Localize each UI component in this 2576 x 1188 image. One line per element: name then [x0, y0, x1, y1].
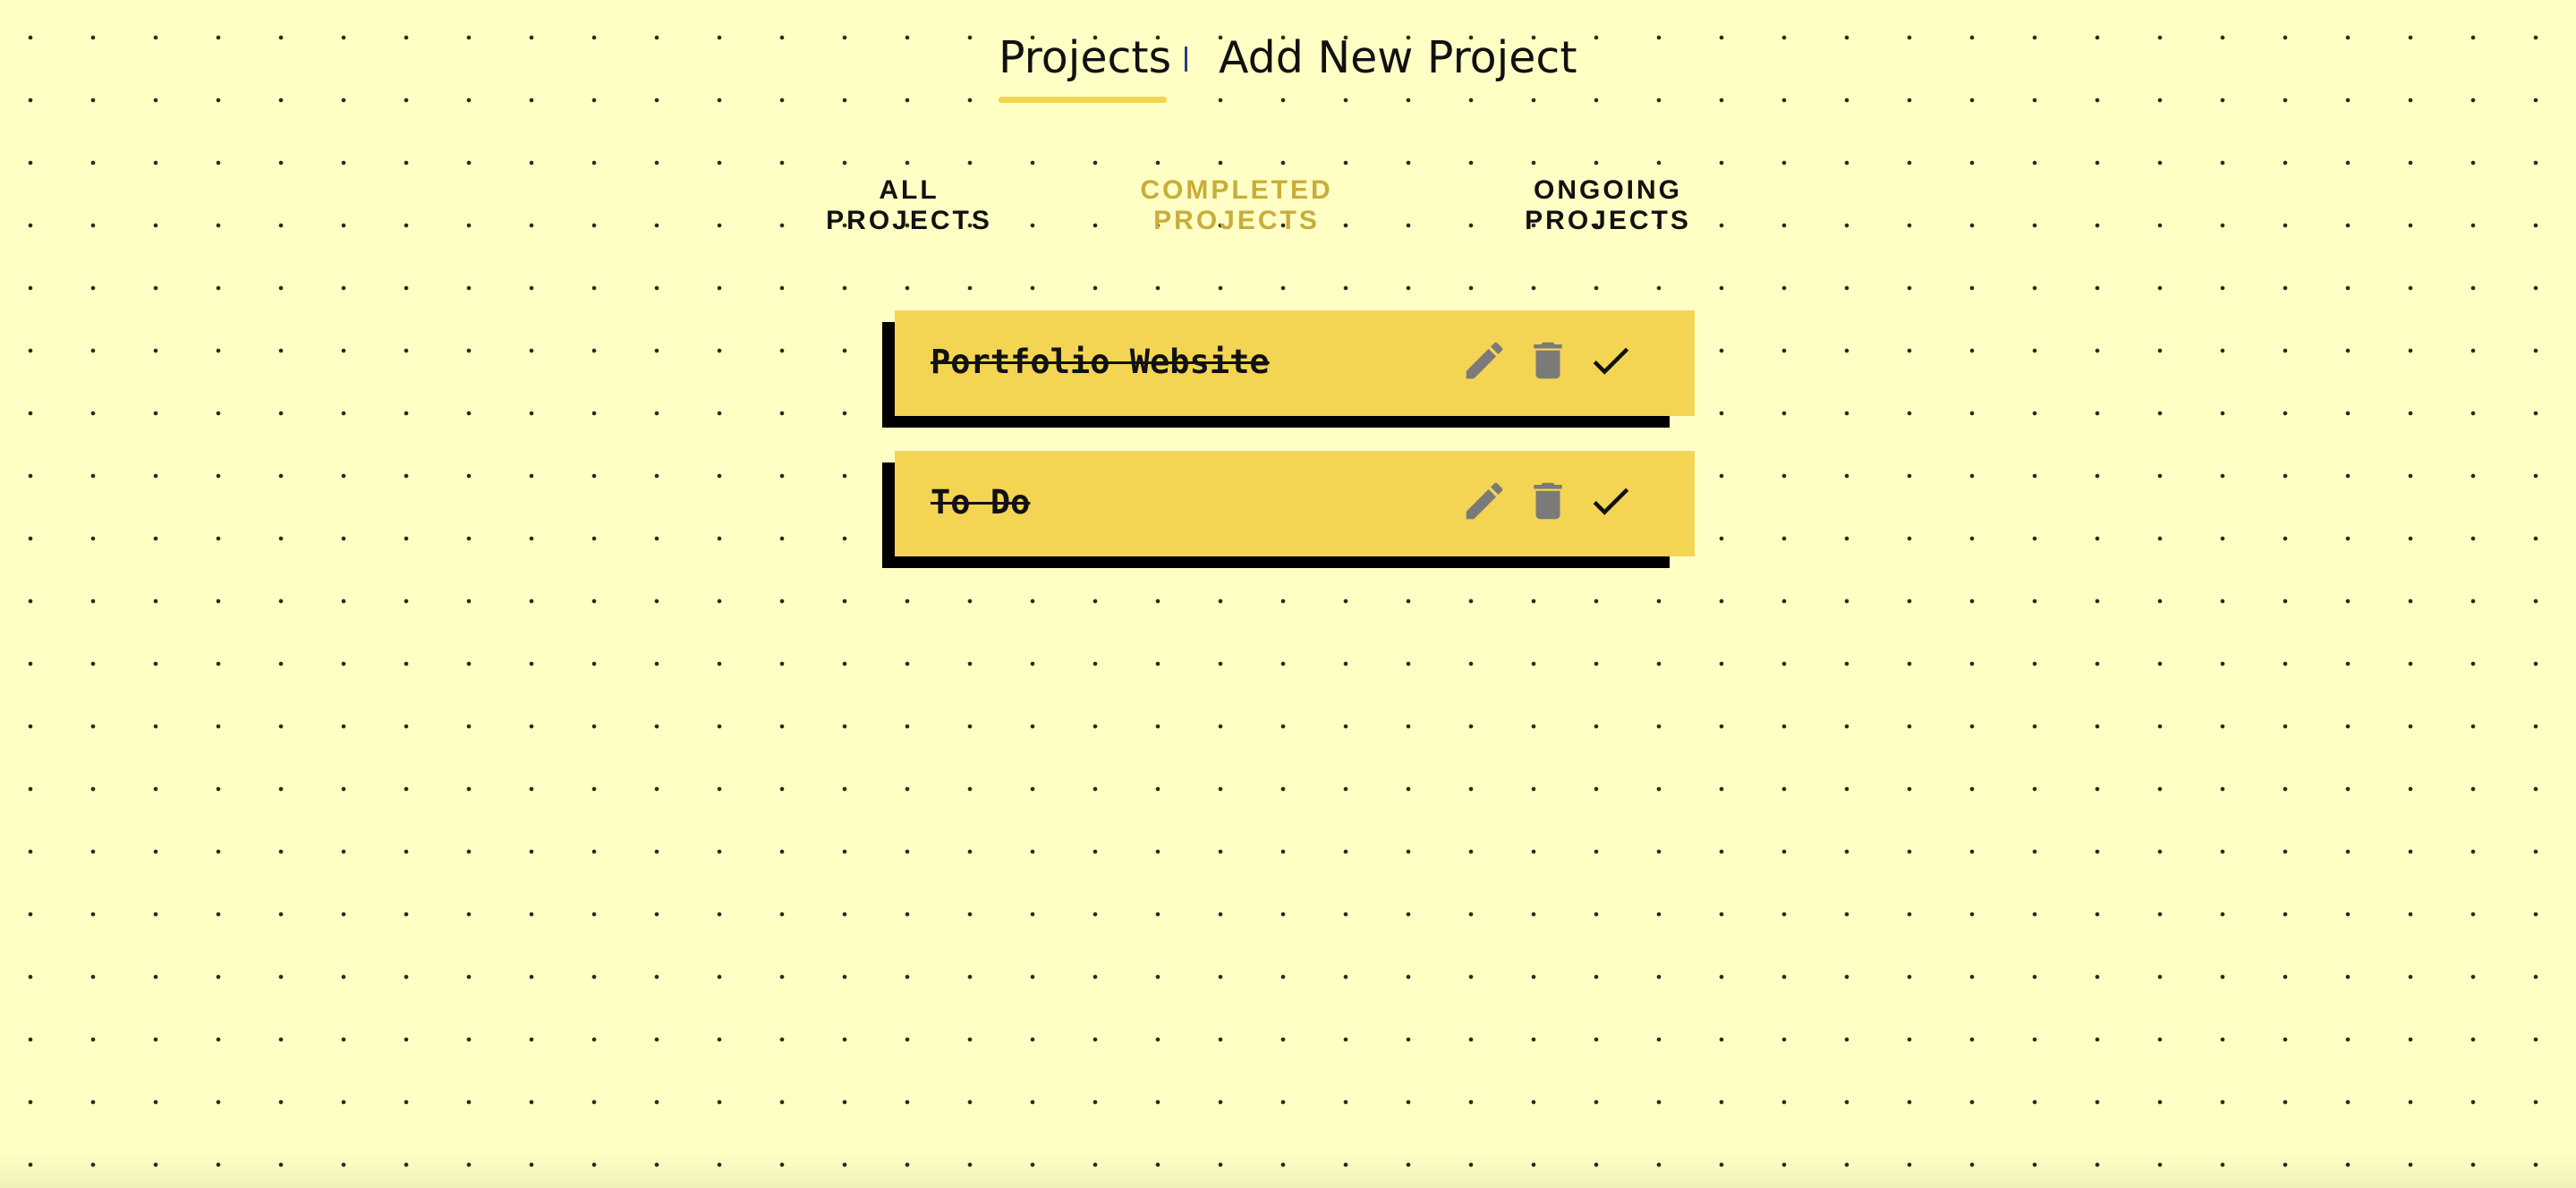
filter-ongoing-projects[interactable]: ONGOING PROJECTS — [1509, 175, 1707, 236]
project-title: To Do — [931, 483, 1031, 522]
filter-all-line1: ALL — [879, 175, 939, 205]
project-card-face: Portfolio Website — [895, 310, 1695, 416]
project-title: Portfolio Website — [931, 343, 1270, 381]
toggle-complete-button[interactable] — [1586, 336, 1635, 385]
filter-completed-projects[interactable]: COMPLETED PROJECTS — [1131, 175, 1342, 236]
toggle-complete-button[interactable] — [1586, 477, 1635, 525]
delete-project-button[interactable] — [1524, 477, 1572, 525]
filter-completed-line2: PROJECTS — [1153, 206, 1320, 235]
project-card: To Do — [882, 451, 1695, 568]
nav-add-project-label: Add New Project — [1219, 32, 1577, 83]
check-icon — [1593, 347, 1629, 375]
project-card-face: To Do — [895, 451, 1695, 556]
filter-ongoing-line2: PROJECTS — [1525, 206, 1691, 235]
pencil-icon — [1466, 482, 1503, 520]
active-nav-underline — [999, 97, 1167, 103]
nav-projects-link[interactable]: Projects — [999, 27, 1171, 103]
filter-all-line2: PROJECTS — [826, 206, 992, 235]
bottom-shadow — [0, 1152, 2576, 1188]
trash-icon — [1534, 342, 1562, 379]
filter-completed-line1: COMPLETED — [1140, 175, 1333, 205]
delete-project-button[interactable] — [1524, 336, 1572, 385]
pencil-icon — [1466, 342, 1503, 379]
nav-add-project-link[interactable]: Add New Project — [1219, 27, 1581, 89]
edit-project-button[interactable] — [1460, 477, 1509, 525]
edit-project-button[interactable] — [1460, 336, 1509, 385]
filter-all-projects[interactable]: ALL PROJECTS — [821, 175, 997, 236]
top-navigation: Projects Add New Project — [0, 27, 2576, 107]
filter-ongoing-line1: ONGOING — [1533, 175, 1682, 205]
trash-icon — [1534, 482, 1562, 520]
nav-separator — [1185, 47, 1187, 72]
nav-projects-label: Projects — [999, 32, 1172, 83]
project-card: Portfolio Website — [882, 310, 1695, 428]
check-icon — [1593, 488, 1629, 515]
